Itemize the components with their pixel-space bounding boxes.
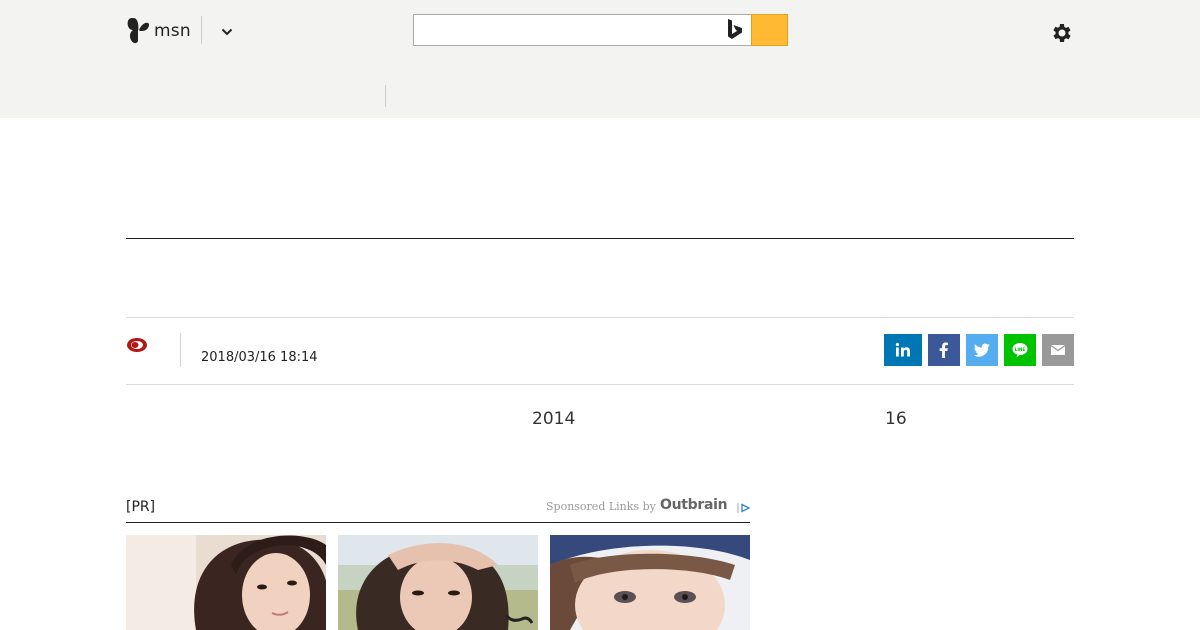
linkedin-icon (895, 342, 910, 357)
article-timestamp: 2018/03/16 18:14 (201, 350, 318, 365)
msn-logo-link[interactable]: msn (126, 15, 191, 47)
nav-menu-toggle[interactable] (219, 24, 235, 40)
sponsored-thumbnail[interactable] (338, 535, 538, 630)
sponsored-thumbnail[interactable] (126, 535, 326, 630)
article-body-text: 2014 (532, 409, 576, 429)
msn-logo-text: msn (154, 21, 191, 41)
source-logo-icon[interactable] (127, 337, 149, 353)
sponsored-photo (126, 535, 326, 630)
article-title-rule (126, 238, 1074, 239)
top-header: msn (0, 0, 1200, 118)
article-body-text: 16 (885, 409, 907, 429)
msn-butterfly-icon (127, 18, 150, 44)
twitter-icon (973, 343, 990, 357)
sponsored-thumbnail[interactable] (550, 535, 750, 630)
meta-bottom-rule (126, 384, 1074, 385)
meta-divider (180, 333, 181, 367)
sponsored-links-label[interactable]: Sponsored Links by (546, 500, 656, 513)
chevron-down-icon (221, 28, 233, 36)
outbrain-logo[interactable]: Outbrain (660, 497, 728, 513)
svg-text:LINE: LINE (1015, 347, 1026, 352)
share-twitter-button[interactable] (966, 334, 998, 366)
adchoices-icon[interactable] (737, 502, 751, 514)
sponsored-photo (550, 535, 750, 630)
share-linkedin-button[interactable] (884, 334, 922, 366)
share-facebook-button[interactable] (928, 334, 960, 366)
share-email-button[interactable] (1042, 334, 1074, 366)
sponsored-header-rule (126, 522, 750, 523)
logo-divider (201, 16, 202, 44)
subnav-divider (385, 85, 386, 107)
search-input[interactable] (413, 14, 752, 46)
gear-icon[interactable] (1050, 21, 1074, 45)
search-button[interactable] (751, 14, 788, 46)
share-line-button[interactable]: LINE (1004, 334, 1036, 366)
email-icon (1050, 344, 1066, 355)
facebook-icon (939, 342, 948, 358)
bing-icon (728, 19, 742, 39)
line-icon: LINE (1012, 343, 1028, 358)
meta-top-rule (126, 317, 1074, 318)
sponsored-photo (338, 535, 538, 630)
pr-label: [PR] (126, 499, 156, 515)
